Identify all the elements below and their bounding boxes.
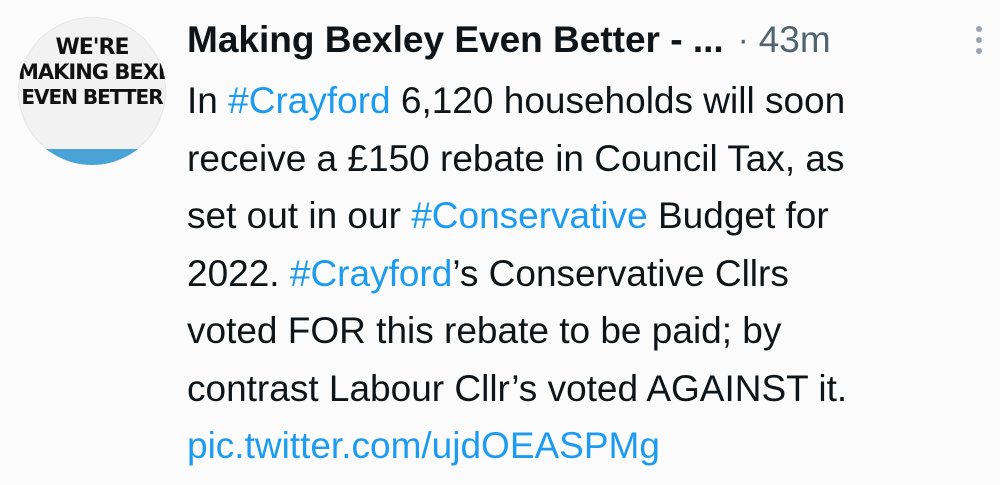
more-options-icon[interactable] [974,26,984,60]
tweet-line-2: receive a £150 rebate in Council Tax, as [187,137,845,179]
hashtag-crayford[interactable]: #Crayford [228,80,390,121]
tweet-text-segment: 2022. [187,252,290,294]
logo-line-3: EVEN BETTER [21,85,163,109]
avatar-band [18,149,166,165]
logo-line-1: WE'RE [55,35,130,60]
tweet-header: Making Bexley Even Better - ... · 43m [187,14,980,66]
avatar[interactable]: WE'RE MAKING BEXLEY EVEN BETTER [18,17,166,165]
author-name[interactable]: Making Bexley Even Better - ... [187,19,724,61]
tweet-line-4: 2022. #Crayford’s Conservative Cllrs [187,245,987,303]
hashtag-crayford[interactable]: #Crayford [290,253,452,294]
tweet-text-segment: In [187,80,229,121]
tweet-line-5: voted FOR this rebate to be paid; by [187,310,782,351]
tweet-line-1: In #Crayford 6,120 households will soon [187,72,987,130]
logo-line-2: MAKING BEXLEY [18,60,166,84]
hashtag-conservative[interactable]: #Conservative [411,195,648,236]
tweet-text: In #Crayford 6,120 households will soon … [187,72,987,475]
tweet-text-segment: 6,120 households will soon [390,80,846,121]
tweet-line-3: set out in our #Conservative Budget for [187,187,987,245]
tweet-text-segment: ’s Conservative Cllrs [452,252,789,294]
media-link[interactable]: pic.twitter.com/ujdOEASPMg [187,417,987,475]
separator-dot: · [737,21,749,58]
tweet-line-6: contrast Labour Cllr’s voted AGAINST it. [187,367,848,409]
tweet-text-segment: set out in our [187,195,412,236]
avatar-logo: WE'RE MAKING BEXLEY EVEN BETTER [18,35,166,109]
tweet-text-segment: Budget for [647,195,829,236]
timestamp[interactable]: 43m [759,19,831,61]
